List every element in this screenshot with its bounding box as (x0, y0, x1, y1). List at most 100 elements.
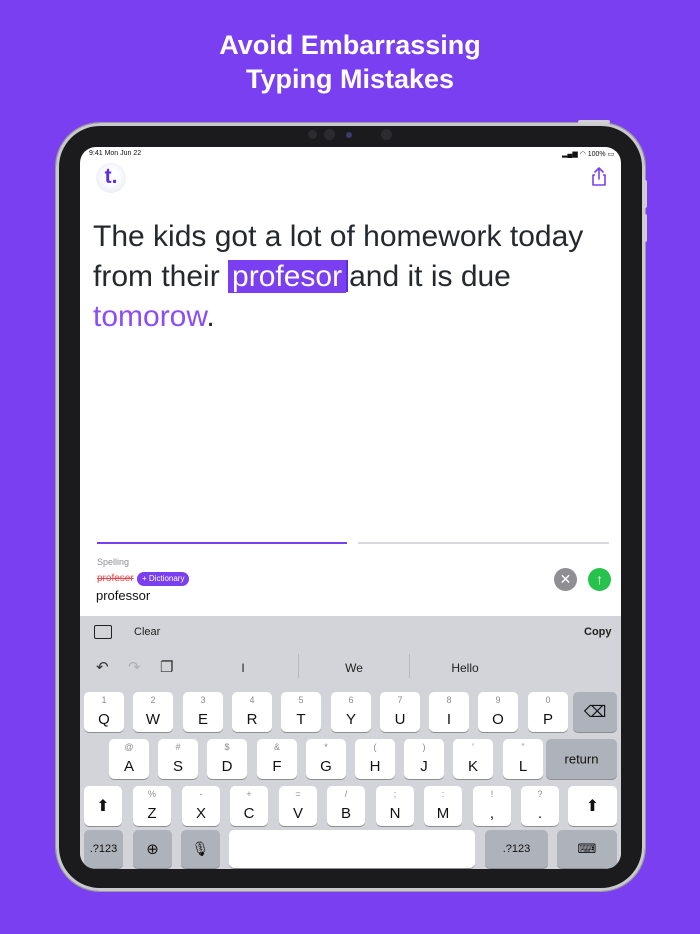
dismiss-suggestion-button[interactable]: ✕ (554, 568, 577, 591)
share-icon[interactable] (590, 167, 608, 187)
flagged-word[interactable]: profesor (228, 260, 347, 293)
key-secondary-label: 4 (249, 695, 255, 705)
redo-icon[interactable]: ↷ (128, 658, 141, 676)
key-i[interactable]: 8I (429, 692, 469, 732)
key-b[interactable]: / B (327, 786, 365, 826)
key-l[interactable]: " L (503, 739, 543, 779)
keyboard: Clear Copy ↶ ↷ ❐ I We Hello 1Q2W3E4R5T6Y… (80, 616, 621, 869)
close-icon: ✕ (559, 571, 572, 587)
prediction-item[interactable]: Hello (410, 661, 520, 675)
suggestion-progress-inactive (358, 542, 609, 544)
key-secondary-label: 2 (150, 695, 156, 705)
key-secondary-label: 6 (348, 695, 354, 705)
key-h[interactable]: (H (355, 739, 395, 779)
key-s[interactable]: # S (158, 739, 198, 779)
shift-key-right[interactable]: ⬆ (568, 786, 617, 826)
key-n[interactable]: ; N (376, 786, 414, 826)
key-secondary-label: 0 (545, 695, 551, 705)
key-g[interactable]: * G (306, 739, 346, 779)
add-to-dictionary-button[interactable]: + Dictionary (137, 572, 190, 586)
key-secondary-label: " (521, 742, 525, 752)
key-primary-label: D (221, 758, 233, 775)
prediction-item[interactable]: We (299, 661, 409, 675)
key-secondary-label: ' (472, 742, 474, 752)
text-editor[interactable]: The kids got a lot of homework today fro… (93, 217, 608, 337)
shift-icon: ⬆ (96, 798, 110, 815)
key-primary-label: Q (98, 711, 110, 728)
key-t[interactable]: 5T (281, 692, 321, 732)
key-m[interactable]: :M (424, 786, 462, 826)
key-w[interactable]: 2W (133, 692, 173, 732)
paste-icon[interactable]: ❐ (160, 658, 173, 676)
battery-label: 100% (587, 151, 606, 158)
hide-keyboard-icon: ⌨ (577, 841, 597, 856)
status-indicators: ▂▄▆ ◠ 100% ▭ (562, 150, 614, 158)
key-primary-label: L (518, 758, 528, 775)
keyboard-icon[interactable] (94, 625, 112, 639)
key-primary-label: U (394, 711, 406, 728)
key-c[interactable]: + C (230, 786, 268, 826)
key-u[interactable]: 7U (380, 692, 420, 732)
editor-text: and it is due (349, 260, 511, 293)
globe-key[interactable]: ⊕ (133, 830, 172, 868)
copy-button[interactable]: Copy (584, 626, 612, 638)
suggestion-category: Spelling (97, 557, 130, 567)
numbers-key-right[interactable]: .?123 (485, 830, 548, 868)
undo-icon[interactable]: ↶ (96, 658, 109, 676)
cellular-icon: ▂▄▆ (562, 151, 578, 158)
numbers-label: .?123 (502, 843, 531, 855)
flagged-word[interactable]: tomorow (93, 300, 206, 333)
suggestion-progress-active (97, 542, 347, 544)
headline-line-2: Typing Mistakes (245, 64, 455, 94)
sensor-dot (324, 129, 335, 140)
key-q[interactable]: 1Q (84, 692, 124, 732)
app-screen: 9:41 Mon Jun 22 ▂▄▆ ◠ 100% ▭ t. The kids… (80, 147, 621, 869)
key-y[interactable]: 6Y (331, 692, 371, 732)
key-primary-label: N (389, 805, 401, 822)
key-r[interactable]: 4R (232, 692, 272, 732)
key-z[interactable]: % Z (133, 786, 171, 826)
status-time: 9:41 Mon Jun 22 (89, 150, 142, 157)
microphone-icon: 🎙 (191, 840, 210, 857)
key-secondary-label: 1 (101, 695, 107, 705)
key-primary-label: W (145, 711, 161, 728)
delete-key[interactable]: ⌫ (573, 692, 617, 732)
key-v[interactable]: = V (279, 786, 317, 826)
prediction-item[interactable]: I (188, 661, 298, 675)
numbers-key-left[interactable]: .?123 (84, 830, 123, 868)
key-e[interactable]: 3E (183, 692, 223, 732)
text-cursor (346, 260, 349, 292)
key-primary-label: C (243, 805, 255, 822)
key-p[interactable]: 0P (528, 692, 568, 732)
clear-button[interactable]: Clear (134, 626, 160, 638)
key-primary-label: J (420, 758, 428, 775)
shift-key-left[interactable]: ⬆ (84, 786, 122, 826)
suggested-correction[interactable]: professor (96, 588, 150, 603)
key-comma[interactable]: !, (473, 786, 511, 826)
key-period[interactable]: ?. (521, 786, 559, 826)
delete-icon: ⌫ (583, 704, 607, 721)
return-key[interactable]: return (546, 739, 617, 779)
camera-lens (346, 132, 352, 138)
apply-suggestion-button[interactable]: ↑ (588, 568, 611, 591)
key-d[interactable]: $ D (207, 739, 247, 779)
arrow-up-icon: ↑ (596, 571, 603, 587)
key-secondary-label: 8 (446, 695, 452, 705)
hide-keyboard-key[interactable]: ⌨ (557, 830, 617, 868)
key-primary-label: T (296, 711, 306, 728)
key-f[interactable]: & F (257, 739, 297, 779)
key-k[interactable]: ' K (453, 739, 493, 779)
key-j[interactable]: ) J (404, 739, 444, 779)
key-primary-label: I (446, 711, 452, 728)
key-x[interactable]: -X (182, 786, 220, 826)
battery-icon: ▭ (607, 151, 615, 158)
sensor-dot (381, 129, 392, 140)
key-primary-label: Y (345, 711, 356, 728)
space-key[interactable] (229, 830, 475, 868)
dictation-key[interactable]: 🎙 (181, 830, 220, 868)
key-a[interactable]: @ A (109, 739, 149, 779)
key-secondary-label: & (273, 742, 280, 752)
key-secondary-label: + (246, 789, 252, 799)
key-o[interactable]: 9O (478, 692, 518, 732)
return-label: return (564, 751, 599, 767)
